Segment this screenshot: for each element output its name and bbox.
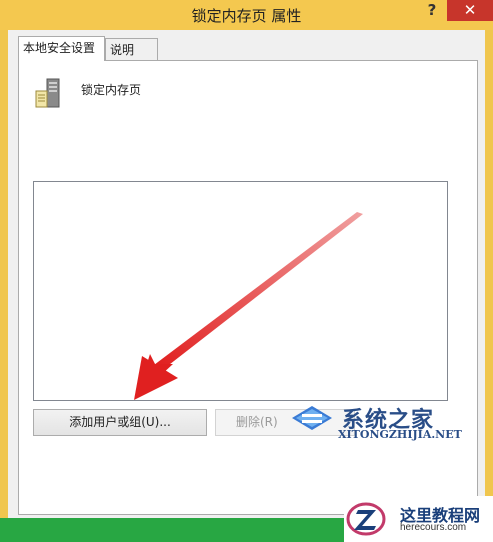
tab-local-security-setting[interactable]: 本地安全设置 bbox=[18, 36, 105, 61]
herecours-logo-icon bbox=[346, 502, 386, 536]
add-user-or-group-button[interactable]: 添加用户或组(U)... bbox=[33, 409, 207, 436]
xitongzhijia-watermark: 系统之家 XITONGZHIJIA.NET bbox=[280, 392, 480, 454]
help-button[interactable]: ? bbox=[418, 0, 446, 22]
title-bar: 锁定内存页 属性 ? ✕ bbox=[0, 0, 493, 30]
xitong-logo-icon bbox=[292, 406, 332, 430]
tab-explain[interactable]: 说明 bbox=[105, 38, 158, 60]
policy-name: 锁定内存页 bbox=[81, 83, 142, 97]
server-icon bbox=[35, 78, 60, 108]
herecours-watermark: 这里教程网 herecours.com bbox=[344, 496, 493, 542]
herecours-watermark-url: herecours.com bbox=[400, 522, 467, 533]
close-button[interactable]: ✕ bbox=[447, 0, 493, 21]
xitong-watermark-url: XITONGZHIJIA.NET bbox=[338, 428, 462, 441]
user-group-list[interactable] bbox=[33, 181, 448, 401]
